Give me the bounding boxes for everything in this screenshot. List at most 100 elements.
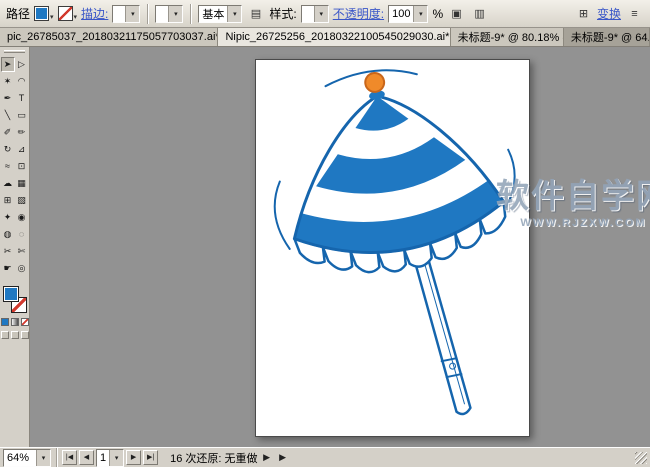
direct-selection-tool-icon: ▷	[18, 59, 25, 69]
next-page-button[interactable]: ▶	[126, 450, 141, 465]
zoom-combo[interactable]: 64% ▾	[3, 449, 51, 467]
rotate-tool-button[interactable]: ↻	[1, 142, 15, 157]
first-page-button[interactable]: |◀	[62, 450, 77, 465]
opacity-combo[interactable]: 100 ▾	[388, 5, 428, 23]
pencil-tool-button[interactable]: ✏	[15, 125, 29, 140]
blend-tool-button[interactable]: ◉	[15, 210, 29, 225]
page-value: 1	[97, 452, 109, 464]
line-tool-button[interactable]: ╲	[1, 108, 15, 123]
stroke-swatch-group: ▾	[58, 6, 78, 21]
type-tool-icon: T	[19, 93, 25, 103]
symbol-sprayer-tool-icon: ☁	[3, 178, 12, 188]
play-icon[interactable]: ▶	[260, 451, 274, 465]
direct-selection-tool-button[interactable]: ▷	[15, 57, 29, 72]
hand-tool-icon: ☛	[3, 263, 11, 273]
screen-mode-button[interactable]	[21, 331, 29, 339]
opacity-unit: %	[432, 7, 443, 21]
stroke-weight-combo[interactable]: ▾	[112, 5, 140, 23]
transform-link[interactable]: 变换	[597, 5, 621, 22]
scissors-tool-button[interactable]: ✂	[1, 244, 15, 259]
none-mode-button[interactable]	[21, 318, 29, 326]
scale-tool-button[interactable]: ⊿	[15, 142, 29, 157]
selection-tool-button[interactable]: ➤	[1, 57, 15, 72]
artboard[interactable]	[255, 59, 530, 437]
eyedropper-tool-button[interactable]: ✦	[1, 210, 15, 225]
chevron-down-icon[interactable]: ▾	[314, 6, 328, 22]
slice-tool-button[interactable]: ✄	[15, 244, 29, 259]
free-transform-tool-button[interactable]: ⊡	[15, 159, 29, 174]
tool-grid: ➤ ▷ ✶ ◠ ✒ T ╲ ▭ ✐ ✏ ↻ ⊿ ≈ ⊡ ☁ ▦ ⊞ ▧ ✦ ◉ …	[0, 57, 29, 276]
screen-mode-button[interactable]	[11, 331, 19, 339]
canvas[interactable]: 软件自学网 WWW.RJZXW.COM	[30, 47, 650, 447]
chevron-down-icon[interactable]: ▾	[125, 6, 139, 22]
watermark-title: 软件自学网	[496, 169, 650, 217]
variable-width-combo[interactable]: ▾	[155, 5, 183, 23]
lasso-tool-button[interactable]: ◠	[15, 74, 29, 89]
brush-options-icon[interactable]: ▤	[246, 4, 265, 23]
graph-tool-button[interactable]: ▦	[15, 176, 29, 191]
rectangle-tool-button[interactable]: ▭	[15, 108, 29, 123]
chevron-down-icon[interactable]: ▾	[168, 6, 182, 22]
mesh-tool-button[interactable]: ⊞	[1, 193, 15, 208]
paintbrush-tool-button[interactable]: ✐	[1, 125, 15, 140]
gradient-mode-button[interactable]	[11, 318, 19, 326]
divider	[56, 448, 57, 467]
document-tab[interactable]: 未标题-9* @ 80.18% (C...	[451, 28, 564, 46]
document-tab[interactable]: pic_26785037_20180321175057703037.ai*	[0, 28, 218, 46]
opacity-link[interactable]: 不透明度:	[333, 5, 384, 22]
chevron-down-icon[interactable]: ▾	[50, 13, 54, 21]
selection-tool-icon: ➤	[4, 59, 12, 69]
mesh-tool-icon: ⊞	[4, 195, 12, 205]
zoom-tool-icon: ◎	[18, 263, 26, 273]
document-tab[interactable]: 未标题-9* @ 64...	[564, 28, 650, 46]
page-combo[interactable]: 1 ▾	[96, 449, 124, 467]
divider	[147, 4, 148, 24]
gradient-tool-button[interactable]: ▧	[15, 193, 29, 208]
chevron-down-icon[interactable]: ▾	[109, 450, 123, 466]
brush-value: 基本	[199, 6, 227, 22]
fill-stroke-indicator	[3, 286, 27, 313]
previous-page-button[interactable]: ◀	[79, 450, 94, 465]
pen-tool-button[interactable]: ✒	[1, 91, 15, 106]
slice-tool-icon: ✄	[18, 246, 26, 256]
control-bar: 路径 ▾ ▾ 描边: ▾ ▾ 基本 ▾ ▤ 样式: ▾ 不透明度: 100 ▾ …	[0, 0, 650, 28]
style-combo[interactable]: ▾	[301, 5, 329, 23]
magic-wand-tool-button[interactable]: ✶	[1, 74, 15, 89]
panel-menu-icon[interactable]: ≡	[625, 4, 644, 23]
live-paint-bucket-tool-icon: ◍	[4, 229, 12, 239]
zoom-tool-button[interactable]: ◎	[15, 261, 29, 276]
rectangle-tool-icon: ▭	[17, 110, 26, 120]
lasso-tool-icon: ◠	[18, 76, 26, 86]
stroke-panel-link[interactable]: 描边:	[81, 5, 108, 22]
screen-mode-button[interactable]	[1, 331, 9, 339]
hand-tool-button[interactable]: ☛	[1, 261, 15, 276]
watermark: 软件自学网 WWW.RJZXW.COM	[496, 169, 650, 229]
align-options-icon[interactable]: ▥	[470, 4, 489, 23]
recolor-artwork-icon[interactable]: ▣	[447, 4, 466, 23]
warp-tool-button[interactable]: ≈	[1, 159, 15, 174]
chevron-down-icon[interactable]: ▾	[36, 450, 50, 466]
last-page-button[interactable]: ▶|	[143, 450, 158, 465]
divider	[190, 4, 191, 24]
color-mode-button[interactable]	[1, 318, 9, 326]
stroke-color-swatch[interactable]	[58, 6, 73, 21]
live-paint-selection-tool-button[interactable]: ◌	[15, 227, 29, 242]
workspace-grid-icon[interactable]: ⊞	[574, 4, 593, 23]
document-tab-active[interactable]: Nipic_26725256_20180322100545029030.ai*	[218, 28, 450, 46]
fill-swatch-group: ▾	[34, 6, 54, 21]
eyedropper-tool-icon: ✦	[4, 212, 12, 222]
chevron-down-icon[interactable]: ▾	[227, 6, 241, 22]
live-paint-bucket-tool-button[interactable]: ◍	[1, 227, 15, 242]
brush-combo[interactable]: 基本 ▾	[198, 5, 242, 23]
fill-color-indicator[interactable]	[3, 286, 19, 302]
symbol-sprayer-tool-button[interactable]: ☁	[1, 176, 15, 191]
type-tool-button[interactable]: T	[15, 91, 29, 106]
fill-color-swatch[interactable]	[34, 6, 49, 21]
undo-status-text: 16 次还原: 无重做	[170, 450, 257, 466]
chevron-down-icon[interactable]: ▾	[74, 13, 78, 21]
chevron-down-icon[interactable]: ▾	[413, 6, 427, 22]
palette-grip[interactable]	[4, 50, 25, 53]
document-tab-bar: pic_26785037_20180321175057703037.ai* Ni…	[0, 28, 650, 47]
play-icon[interactable]: ▶	[276, 451, 290, 465]
resize-grip-icon[interactable]	[635, 452, 647, 464]
